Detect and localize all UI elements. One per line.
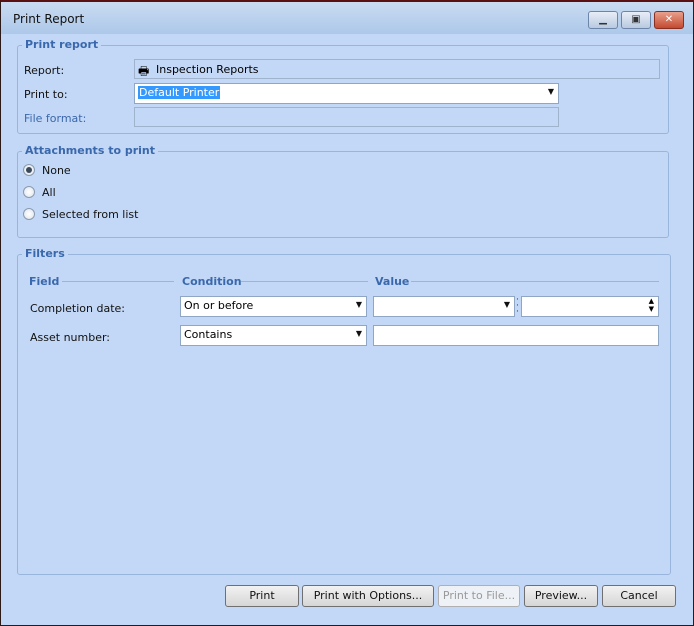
report-value: Inspection Reports	[156, 63, 259, 76]
group-title: Attachments to print	[22, 144, 158, 157]
completion-date-condition-dropdown[interactable]: On or before ▼	[180, 296, 367, 317]
completion-date-value-dropdown[interactable]: ▼	[373, 296, 515, 317]
file-format-field	[134, 107, 559, 127]
file-format-label: File format:	[24, 112, 87, 125]
cancel-button[interactable]: Cancel	[602, 585, 676, 607]
group-title: Print report	[22, 38, 102, 51]
printer-icon: 🖶	[138, 64, 150, 78]
asset-number-input[interactable]	[373, 325, 659, 346]
group-title: Filters	[22, 247, 68, 260]
filter-field-label: Completion date:	[30, 302, 126, 315]
print-to-dropdown[interactable]: Default Printer ▼	[134, 83, 559, 104]
print-with-options-button[interactable]: Print with Options...	[302, 585, 434, 607]
radio-label: All	[42, 186, 56, 199]
print-button[interactable]: Print	[225, 585, 299, 607]
splitter-handle[interactable]: · · ·	[516, 296, 519, 317]
spinner-arrows-icon[interactable]: ▲ ▼	[649, 297, 654, 313]
time-spinner[interactable]: ▲ ▼	[521, 296, 659, 317]
condition-value: Contains	[184, 328, 233, 341]
column-header-field: Field	[29, 275, 60, 288]
preview-button[interactable]: Preview...	[524, 585, 598, 607]
filter-field-label: Asset number:	[30, 331, 111, 344]
divider	[62, 281, 174, 282]
column-header-value: Value	[375, 275, 410, 288]
condition-value: On or before	[184, 299, 254, 312]
radio-all[interactable]	[23, 186, 35, 198]
chevron-down-icon: ▼	[355, 329, 362, 338]
minimize-icon[interactable]: ▁	[588, 11, 618, 29]
close-icon[interactable]: ✕	[654, 11, 684, 29]
attachments-group: Attachments to print	[17, 144, 669, 238]
report-field: 🖶 Inspection Reports	[134, 59, 660, 79]
chevron-down-icon: ▼	[355, 300, 362, 309]
radio-none[interactable]	[23, 164, 35, 176]
radio-label: None	[42, 164, 71, 177]
print-to-label: Print to:	[24, 88, 68, 101]
divider	[411, 281, 659, 282]
title-bar[interactable]: Print Report ▁ ▣ ✕	[1, 2, 693, 34]
report-label: Report:	[24, 64, 65, 77]
radio-selected-from-list[interactable]	[23, 208, 35, 220]
window-title: Print Report	[13, 12, 85, 26]
print-to-file-button[interactable]: Print to File...	[438, 585, 520, 607]
asset-number-condition-dropdown[interactable]: Contains ▼	[180, 325, 367, 346]
chevron-down-icon: ▼	[547, 87, 554, 96]
restore-icon[interactable]: ▣	[621, 11, 651, 29]
divider	[241, 281, 368, 282]
print-to-value: Default Printer	[138, 86, 221, 99]
column-header-condition: Condition	[182, 275, 242, 288]
print-report-dialog: Print Report ▁ ▣ ✕ Print report Report: …	[0, 0, 694, 626]
radio-label: Selected from list	[42, 208, 139, 221]
chevron-down-icon: ▼	[503, 300, 510, 309]
